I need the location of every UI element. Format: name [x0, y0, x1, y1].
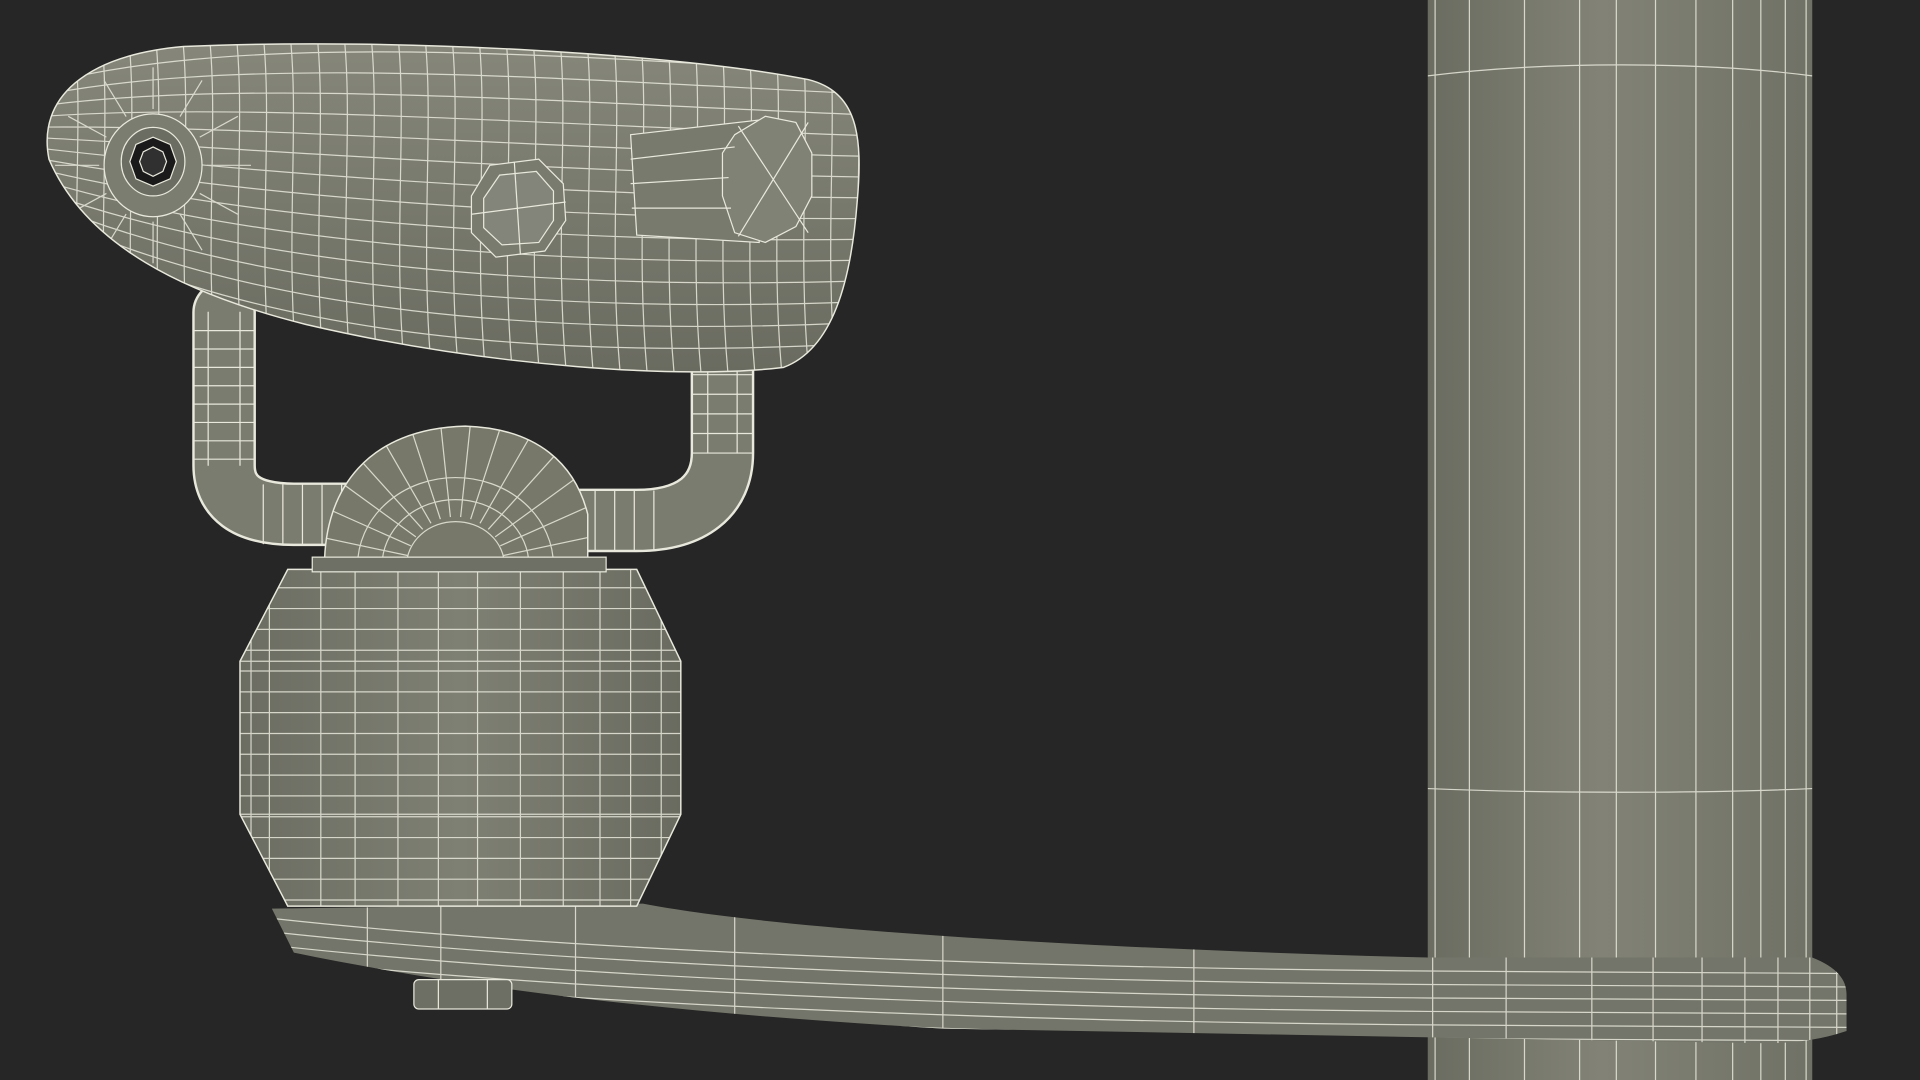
side-hub — [629, 115, 813, 244]
arm-bolt — [413, 978, 513, 1010]
pole — [1427, 0, 1813, 1080]
wireframe-scene — [46, 0, 1847, 1080]
turret-base — [239, 568, 682, 907]
eyepiece — [103, 113, 203, 218]
render-viewport — [0, 0, 1920, 1080]
